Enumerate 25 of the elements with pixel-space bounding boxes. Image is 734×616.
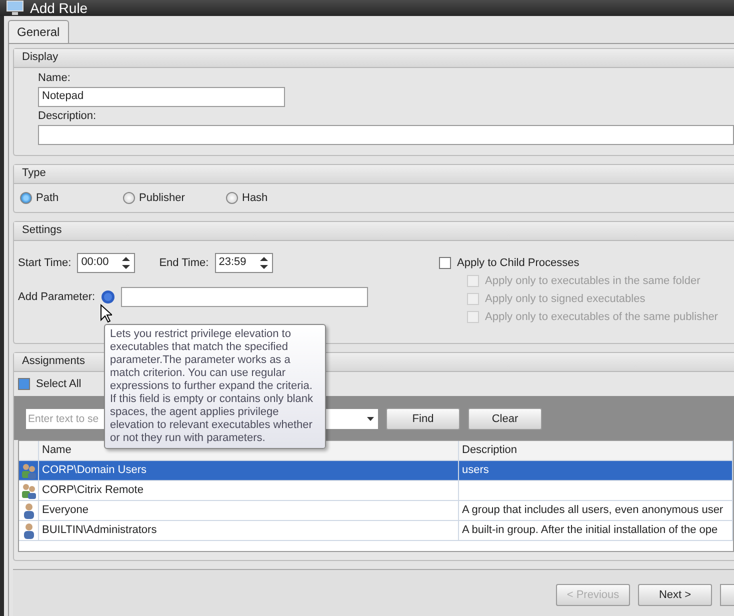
radio-label: Hash — [242, 192, 268, 204]
field-label: Start Time: — [18, 257, 72, 269]
checkbox-label: Apply only to executables in the same folder — [485, 275, 700, 287]
radio-label: Path — [36, 192, 59, 204]
checkbox-label: Apply only to signed executables — [485, 293, 646, 305]
field-label: Name: — [38, 72, 72, 84]
table-cell: CORP\Domain Users — [39, 461, 459, 480]
table-cell: A group that includes all users, even anonymous user — [459, 501, 733, 520]
checkbox-label: Apply to Child Processes — [457, 257, 580, 269]
checkbox-label: Apply only to executables of the same publisher — [485, 311, 718, 323]
radio-label: Publisher — [139, 192, 185, 204]
field-label: Description: — [38, 110, 98, 122]
table-cell: CORP\Citrix Remote — [39, 481, 459, 500]
field-label: End Time: — [159, 257, 209, 269]
field-label: Add Parameter: — [18, 291, 96, 303]
section-header: Settings — [14, 222, 734, 241]
tooltip: Lets you restrict privilege elevation to executables that match the specified parameter.The parameter works as a match criterion. You can use regular expressions to further expand the criteria. If this field is empty or contains only blank spaces, the agent applies privilege elevation to relevant executables whether or not they run with parameters. — [104, 324, 326, 449]
section-header: Type — [14, 165, 734, 184]
table-cell: BUILTIN\Administrators — [39, 521, 459, 540]
table-cell: A built-in group. After the initial installation of the ope — [459, 521, 733, 540]
window-title: Add Rule — [30, 0, 88, 16]
table-cell: users — [459, 461, 733, 480]
checkbox-label: Select All — [36, 378, 82, 390]
table-cell: Everyone — [39, 501, 459, 520]
section-header: Display — [14, 49, 734, 68]
